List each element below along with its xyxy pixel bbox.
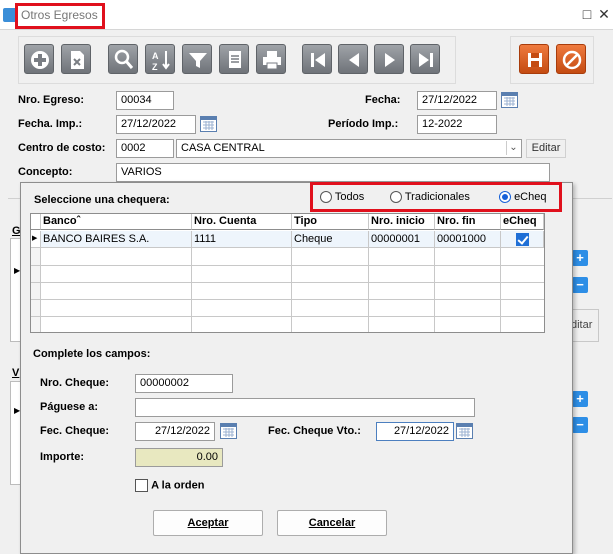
radio-tradicionales-label: Tradicionales [404, 191, 470, 203]
fec-cheque-field[interactable]: 27/12/2022 [135, 422, 215, 441]
nro-cheque-label: Nro. Cheque: [40, 377, 110, 389]
add-row-icon[interactable]: + [572, 391, 588, 407]
radio-echeq-circle [499, 191, 511, 204]
delete-icon[interactable] [61, 44, 91, 74]
col-banco-label: Banco [43, 215, 77, 227]
cancelar-button[interactable]: Cancelar [277, 510, 387, 536]
title-highlight [15, 3, 105, 29]
fec-cheque-vto-field[interactable]: 27/12/2022 [376, 422, 454, 441]
save-icon[interactable] [519, 44, 549, 74]
nro-cheque-field[interactable]: 00000002 [135, 374, 233, 393]
cancel-icon[interactable] [556, 44, 586, 74]
fecha-field[interactable]: 27/12/2022 [417, 91, 497, 110]
chevron-down-icon[interactable]: ⌄ [506, 141, 520, 155]
fecha-label: Fecha: [365, 94, 401, 106]
table-cell-inicio[interactable]: 00000001 [369, 231, 435, 248]
concepto-field[interactable]: VARIOS [116, 163, 550, 182]
editar-button[interactable]: Editar [526, 139, 566, 158]
row-indicator-header [31, 214, 41, 230]
filter-icon[interactable] [182, 44, 212, 74]
radio-echeq-label: eCheq [514, 191, 547, 203]
v-fragment: V [12, 367, 20, 379]
remove-row-icon[interactable]: − [572, 417, 588, 433]
nro-egreso-field[interactable]: 00034 [116, 91, 174, 110]
col-header-tipo[interactable]: Tipo [292, 214, 369, 230]
chequera-prompt: Seleccione una chequera: [34, 194, 170, 206]
periodo-imp-field[interactable]: 12-2022 [417, 115, 497, 134]
first-icon[interactable] [302, 44, 332, 74]
calendar-icon[interactable] [220, 423, 237, 439]
chequera-grid[interactable]: Bancoˆ Nro. Cuenta Tipo Nro. inicio Nro.… [30, 213, 545, 333]
table-cell-echeq[interactable] [501, 231, 544, 248]
fecha-imp-label: Fecha. Imp.: [18, 118, 83, 130]
calendar-icon[interactable] [456, 423, 473, 439]
table-cell-cuenta[interactable]: 1111 [192, 231, 292, 248]
next-icon[interactable] [374, 44, 404, 74]
a-la-orden-label: A la orden [151, 479, 205, 492]
last-icon[interactable] [410, 44, 440, 74]
document-icon[interactable] [219, 44, 249, 74]
cancelar-label: Cancelar [308, 517, 356, 529]
remove-row-icon[interactable]: − [572, 277, 588, 293]
calendar-icon[interactable] [501, 92, 518, 108]
col-header-banco[interactable]: Bancoˆ [41, 214, 192, 230]
radio-todos-circle [320, 191, 332, 204]
svg-text:Z: Z [152, 62, 158, 72]
importe-label: Importe: [40, 451, 84, 463]
prev-icon[interactable] [338, 44, 368, 74]
table-cell-tipo[interactable]: Cheque [292, 231, 369, 248]
col-header-fin[interactable]: Nro. fin [435, 214, 501, 230]
fecha-imp-field[interactable]: 27/12/2022 [116, 115, 196, 134]
editar-fragment[interactable]: ditar [569, 309, 599, 342]
paguese-label: Páguese a: [40, 401, 99, 413]
calendar-icon[interactable] [200, 116, 217, 132]
centro-costo-label: Centro de costo: [18, 142, 106, 154]
col-header-inicio[interactable]: Nro. inicio [369, 214, 435, 230]
fec-cheque-label: Fec. Cheque: [40, 425, 110, 437]
a-la-orden-box [135, 479, 148, 492]
nro-egreso-label: Nro. Egreso: [18, 94, 85, 106]
echeq-checkbox[interactable] [515, 233, 529, 246]
radio-todos-label: Todos [334, 191, 365, 203]
table-cell-banco[interactable]: BANCO BAIRES S.A. [41, 231, 192, 248]
paguese-field[interactable] [135, 398, 475, 417]
radio-todos[interactable]: Todos [320, 191, 365, 204]
row-pointer-icon: ▶ [31, 231, 41, 248]
periodo-imp-label: Período Imp.: [328, 118, 399, 130]
concepto-label: Concepto: [18, 166, 73, 178]
a-la-orden-checkbox[interactable]: A la orden [135, 479, 204, 492]
centro-costo-select[interactable]: CASA CENTRAL [176, 139, 522, 158]
centro-costo-code-field[interactable]: 0002 [116, 139, 174, 158]
importe-field[interactable]: 0.00 [135, 448, 223, 467]
table-cell-fin[interactable]: 00001000 [435, 231, 501, 248]
col-header-echeq[interactable]: eCheq [501, 214, 544, 230]
col-header-cuenta[interactable]: Nro. Cuenta [192, 214, 292, 230]
complete-label: Complete los campos: [33, 348, 151, 360]
sort-icon[interactable]: AZ [145, 44, 175, 74]
radio-echeq[interactable]: eCheq [499, 191, 547, 204]
add-row-icon[interactable]: + [572, 250, 588, 266]
fec-cheque-vto-label: Fec. Cheque Vto.: [268, 425, 361, 437]
radio-tradicionales-circle [390, 191, 402, 204]
empty-rows [31, 248, 544, 332]
add-icon[interactable] [24, 44, 54, 74]
radio-tradicionales[interactable]: Tradicionales [390, 191, 470, 204]
aceptar-button[interactable]: Aceptar [153, 510, 263, 536]
close-icon[interactable]: ✕ [595, 5, 613, 23]
maximize-icon[interactable]: □ [578, 5, 596, 23]
search-icon[interactable] [108, 44, 138, 74]
centro-costo-name: CASA CENTRAL [181, 142, 265, 154]
print-icon[interactable] [256, 44, 286, 74]
aceptar-label: Aceptar [187, 517, 229, 529]
sort-asc-icon: ˆ [76, 215, 81, 227]
svg-text:A: A [152, 51, 159, 61]
